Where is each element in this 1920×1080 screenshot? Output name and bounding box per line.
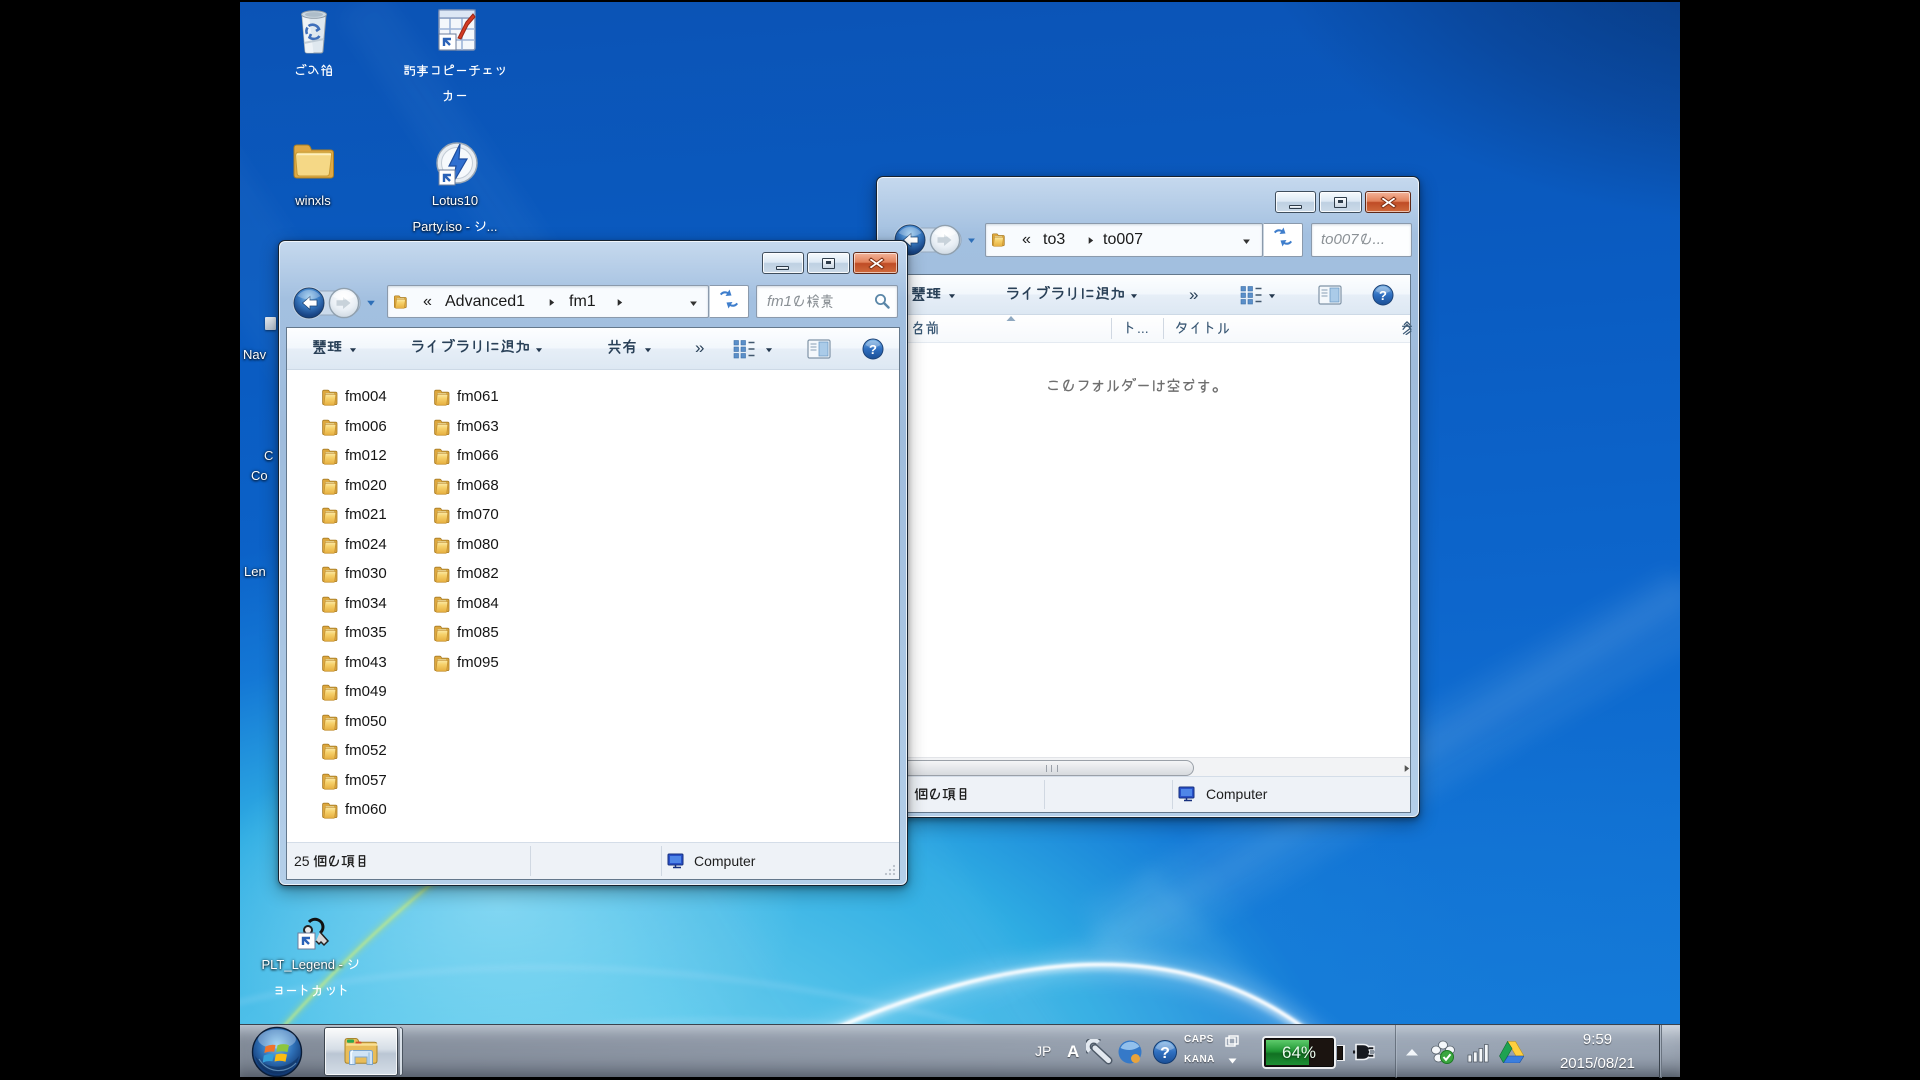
svg-text:?: ? <box>1379 288 1387 303</box>
svg-text:?: ? <box>869 342 877 357</box>
svg-text:?: ? <box>1160 1045 1170 1062</box>
